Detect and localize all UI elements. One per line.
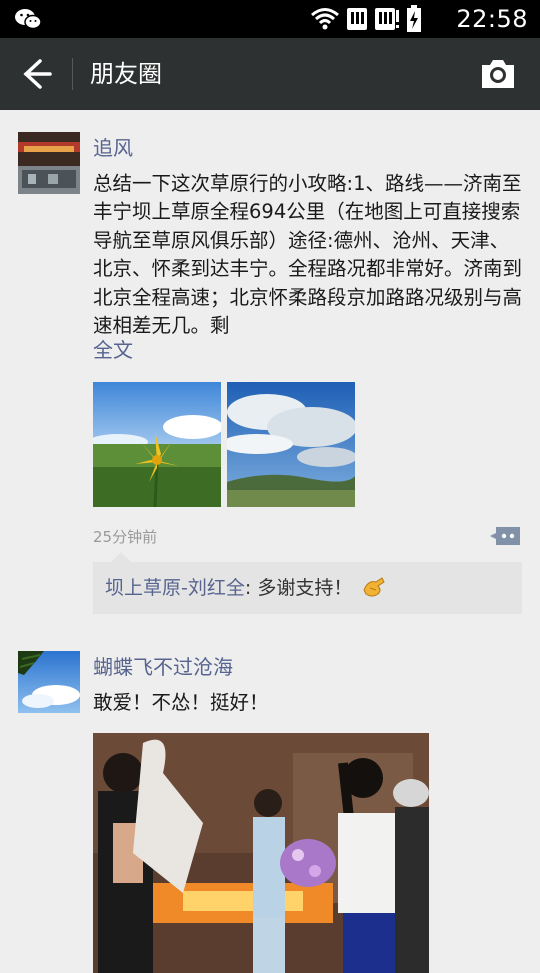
sim2-signal-icon — [374, 6, 400, 36]
yellow-lily-flower-photo — [93, 382, 221, 507]
top-app-bar: 朋友圈 — [0, 38, 540, 110]
post-photo-2[interactable] — [227, 382, 355, 507]
fist-bump-emoji-icon — [362, 576, 386, 606]
post-timestamp: 25分钟前 — [93, 528, 158, 546]
comment-separator: : — [244, 577, 258, 599]
sim1-signal-icon — [346, 6, 368, 36]
avatar[interactable] — [18, 132, 80, 194]
title-divider — [72, 58, 73, 90]
people-at-party-video-thumbnail — [93, 733, 429, 973]
comment-pointer — [111, 552, 131, 562]
post-text: 敢爱！不怂！挺好！ — [93, 691, 269, 714]
wifi-icon — [310, 6, 340, 36]
wechat-icon — [14, 7, 42, 35]
back-arrow-icon — [23, 59, 52, 89]
battery-charging-icon — [406, 5, 422, 37]
comment-area: 坝上草原-刘红全: 多谢支持！ — [93, 552, 522, 614]
post-video-thumbnail[interactable] — [93, 733, 429, 973]
clock: 22:58 — [456, 5, 528, 33]
comment-author[interactable]: 坝上草原-刘红全 — [105, 577, 245, 599]
full-text-link[interactable]: 全文 — [93, 336, 133, 364]
avatar[interactable] — [18, 651, 80, 713]
camera-icon — [482, 60, 514, 88]
post-text: 总结一下这次草原行的小攻略:1、路线——济南至丰宁坝上草原全程694公里（在地图… — [93, 172, 523, 338]
comment-text: 多谢支持！ — [257, 577, 353, 599]
comment-row[interactable]: 坝上草原-刘红全: 多谢支持！ — [105, 574, 386, 606]
post-author-name[interactable]: 蝴蝶飞不过沧海 — [93, 653, 233, 681]
camera-button[interactable] — [478, 56, 518, 92]
sky-clouds-grassland-photo — [227, 382, 355, 507]
comment-dots-icon — [490, 527, 520, 545]
status-bar: 22:58 — [0, 0, 540, 38]
comment-button[interactable] — [490, 525, 522, 547]
back-button[interactable] — [14, 56, 58, 92]
post-author-name[interactable]: 追风 — [93, 134, 133, 162]
page-title: 朋友圈 — [90, 60, 162, 88]
post-photo-1[interactable] — [93, 382, 221, 507]
